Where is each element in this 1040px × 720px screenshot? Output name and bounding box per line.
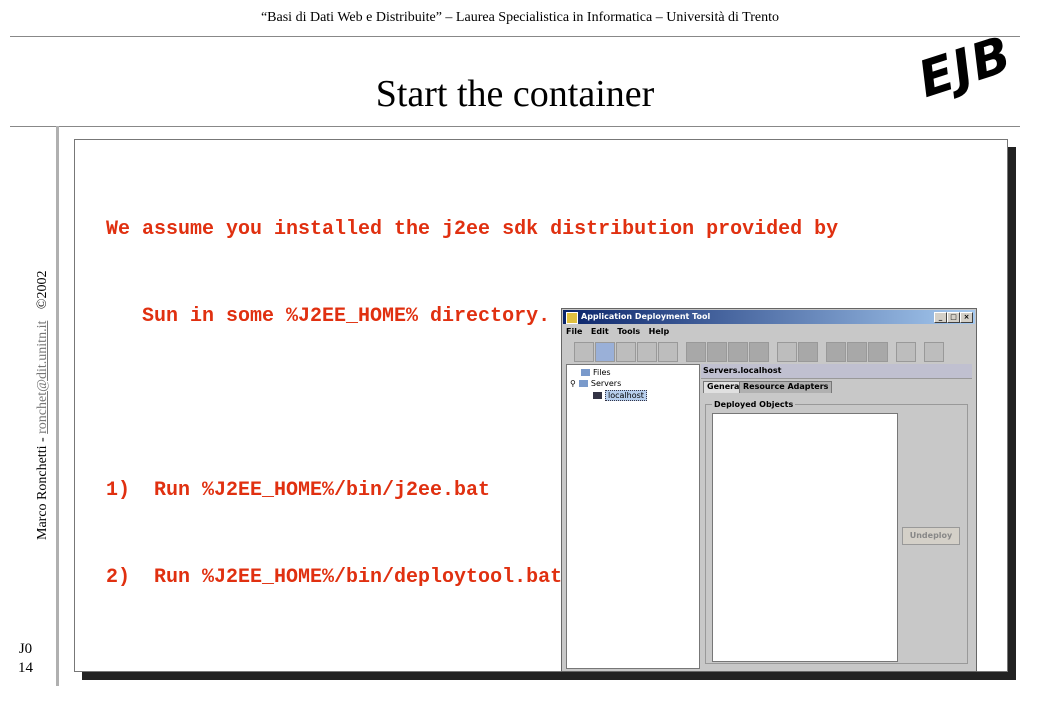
- properties-icon[interactable]: [798, 342, 818, 362]
- help-icon[interactable]: [924, 342, 944, 362]
- window-title: Application Deployment Tool: [581, 312, 711, 321]
- tree-label-localhost: localhost: [605, 390, 647, 401]
- slide-title: Start the container: [375, 73, 655, 115]
- details-header-label: Servers.localhost: [703, 366, 782, 375]
- deployed-objects-list[interactable]: [712, 413, 898, 662]
- author-email-link[interactable]: ronchet@dit.unitn.it: [35, 321, 50, 434]
- toolbar: [568, 342, 972, 364]
- connection-icon[interactable]: [749, 342, 769, 362]
- computer-icon: [593, 392, 602, 399]
- save-icon[interactable]: [686, 342, 706, 362]
- tab-resource-adapters[interactable]: Resource Adapters: [739, 381, 833, 393]
- page-number: 14: [18, 660, 33, 676]
- open-icon[interactable]: [595, 342, 615, 362]
- client-icon[interactable]: [658, 342, 678, 362]
- menu-file[interactable]: File: [566, 327, 582, 336]
- menu-tools[interactable]: Tools: [617, 327, 640, 336]
- close-button[interactable]: ×: [960, 312, 973, 323]
- folder-icon: [581, 369, 590, 376]
- database-icon[interactable]: [728, 342, 748, 362]
- web-component-icon[interactable]: [637, 342, 657, 362]
- author-name: Marco Ronchetti -: [35, 433, 50, 540]
- app-icon: [566, 312, 578, 324]
- tree-item-localhost[interactable]: localhost: [593, 390, 647, 401]
- deploy-icon[interactable]: [896, 342, 916, 362]
- page-indicator: J0 14: [18, 640, 33, 678]
- navigation-tree: Files ⚲ Servers localhost: [566, 364, 700, 669]
- tree-item-servers[interactable]: ⚲ Servers: [570, 379, 621, 389]
- side-credit: Marco Ronchetti - ronchet@dit.unitn.it ©…: [35, 271, 51, 541]
- side-divider: [56, 126, 59, 686]
- menu-edit[interactable]: Edit: [591, 327, 609, 336]
- menu-help[interactable]: Help: [649, 327, 670, 336]
- window-titlebar[interactable]: Application Deployment Tool _ □ ×: [563, 310, 975, 324]
- title-divider: [10, 126, 1020, 127]
- details-panel: Servers.localhost General Resource Adapt…: [701, 364, 972, 667]
- new-bean-icon[interactable]: [616, 342, 636, 362]
- tree-item-files[interactable]: Files: [581, 368, 611, 378]
- deployed-objects-group: Deployed Objects Undeploy: [705, 400, 968, 664]
- back-icon[interactable]: [868, 342, 888, 362]
- copyright-year: ©2002: [35, 270, 50, 310]
- instruction-line: We assume you installed the j2ee sdk dis…: [106, 218, 839, 241]
- verify-icon[interactable]: [826, 342, 846, 362]
- folder-icon[interactable]: [777, 342, 797, 362]
- minimize-button[interactable]: _: [934, 312, 947, 323]
- maximize-button[interactable]: □: [947, 312, 960, 323]
- details-header: Servers.localhost: [701, 364, 972, 379]
- new-application-icon[interactable]: [574, 342, 594, 362]
- page-label: J0: [18, 641, 33, 657]
- deploytool-window: Application Deployment Tool _ □ × File E…: [561, 308, 977, 672]
- top-divider: [10, 36, 1020, 37]
- servers-icon: [578, 380, 588, 387]
- menu-bar: File Edit Tools Help: [566, 327, 675, 339]
- course-header: “Basi di Dati Web e Distribuite” – Laure…: [260, 10, 780, 25]
- tree-label-files: Files: [593, 368, 611, 377]
- tag-icon[interactable]: [847, 342, 867, 362]
- expand-handle-icon[interactable]: ⚲: [570, 379, 576, 388]
- tree-label-servers: Servers: [590, 379, 622, 388]
- undeploy-button[interactable]: Undeploy: [902, 527, 960, 545]
- server-icon[interactable]: [707, 342, 727, 362]
- deployed-objects-label: Deployed Objects: [712, 400, 796, 409]
